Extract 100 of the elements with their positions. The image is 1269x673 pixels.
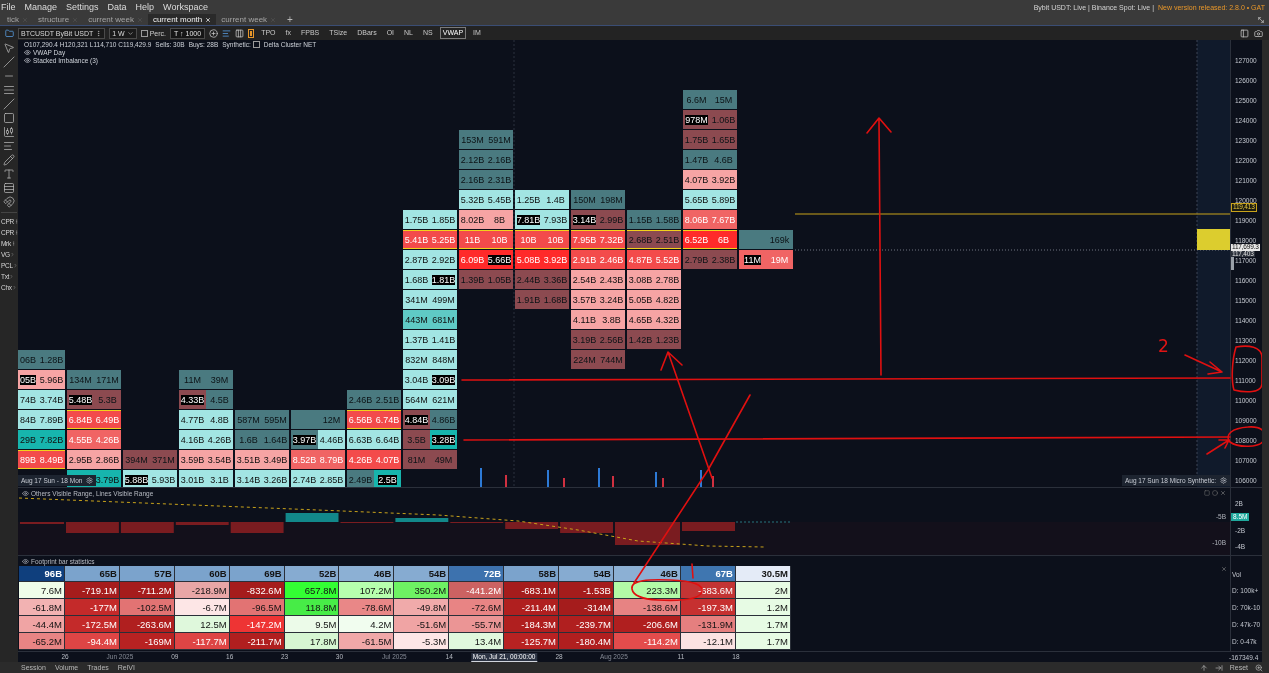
cell-value: 499M [432, 294, 455, 305]
cell-value: 1.68B [543, 294, 568, 305]
settings-icon[interactable] [1220, 477, 1227, 484]
cell-value: 5.88B [124, 474, 149, 485]
cell-value: 4.26B [95, 434, 120, 445]
cell-value: 4.84B [404, 414, 429, 425]
menu-item[interactable]: File [1, 2, 16, 12]
cell-value: 1.47B [684, 154, 709, 165]
delta-cell: -184.3M [504, 616, 559, 633]
cell-value: 564M [405, 394, 428, 405]
cell-value: 3.8B [602, 314, 621, 325]
menu-item[interactable]: Data [107, 2, 127, 12]
cell-value: 4.11B [573, 314, 596, 325]
cursor-icon[interactable] [3, 42, 15, 54]
line-icon[interactable] [3, 56, 15, 68]
panel-icon[interactable] [1240, 28, 1249, 38]
delta-cell: -1.53B [559, 582, 614, 599]
cell-value: 848M [432, 354, 455, 365]
arrow-to-line-icon[interactable] [1214, 663, 1223, 672]
delta-cell: -61.5M [339, 633, 395, 650]
cell-value: 2.92B [431, 254, 456, 265]
cell-value: 3.92B [543, 254, 568, 265]
tab[interactable]: current month [147, 14, 217, 25]
cell-value: 595M [264, 414, 287, 425]
resize-icon[interactable] [1257, 15, 1265, 24]
cell-value: 84B [20, 414, 36, 425]
cell-value: 7.67B [711, 214, 736, 225]
eye-icon[interactable] [24, 49, 31, 56]
cell-value: 89B [20, 454, 36, 465]
delta-cell: -719.1M [65, 582, 120, 599]
rows-icon[interactable] [3, 182, 15, 194]
lines-icon[interactable] [3, 84, 15, 96]
camera-icon[interactable] [1254, 28, 1263, 38]
pencil-icon[interactable] [3, 154, 15, 166]
menu-item[interactable]: Workspace [163, 2, 208, 12]
cell-value: 4.8B [210, 414, 229, 425]
cell-value: 7.32B [599, 234, 624, 245]
arrow [1206, 439, 1230, 455]
delta-cell: 1.2M [735, 599, 791, 616]
eye-icon[interactable] [22, 489, 29, 497]
cell-value: 8B [494, 214, 505, 225]
delta-cell: -117.7M [174, 633, 230, 650]
cell-value: 6.09B [460, 254, 485, 265]
rectangle-icon[interactable] [3, 112, 15, 124]
cell-value: 10B [547, 234, 564, 245]
tab[interactable]: current week [216, 14, 282, 25]
cell-value: 5.45B [487, 194, 512, 205]
tab[interactable]: tick [2, 14, 33, 25]
cell-value: 2.5B [378, 474, 397, 485]
volume-cell: 57B [119, 566, 175, 582]
add-circle-icon[interactable] [209, 28, 219, 38]
delta-cell: -125.7M [504, 633, 559, 650]
delta-cell: 1.7M [735, 616, 791, 633]
folder-icon[interactable] [5, 28, 14, 38]
cell-value: 153M [461, 134, 484, 145]
cell-value: 341M [405, 294, 428, 305]
arrow-up-icon[interactable] [1199, 663, 1208, 672]
delta-cell: -65.2M [19, 633, 65, 650]
delta-cell: 7.6M [19, 582, 65, 599]
delta-cell: -55.7M [449, 616, 505, 633]
cell-value: 3.04B [404, 374, 429, 385]
delta-cell: -51.6M [394, 616, 450, 633]
text-lines-icon[interactable] [3, 140, 15, 152]
volume-cell: 96B [19, 566, 65, 582]
bars-icon[interactable] [222, 28, 232, 38]
cell-value: 681M [432, 314, 455, 325]
volume-block [1197, 229, 1230, 250]
cell-value: 4.87B [628, 254, 653, 265]
delta-cell: 657.8M [284, 582, 340, 599]
magnet-icon[interactable] [3, 196, 15, 208]
text-icon[interactable] [3, 168, 15, 180]
tab[interactable]: structure [33, 14, 84, 25]
columns-icon[interactable] [235, 28, 245, 38]
cell-value: 3.92B [711, 174, 736, 185]
cell-value: 2.78B [655, 274, 680, 285]
price-range-bar [1231, 257, 1234, 270]
cell-value: 443M [405, 314, 428, 325]
cell-value: 8.79B [319, 454, 344, 465]
settings-icon[interactable] [86, 477, 94, 484]
cell-value: 2.44B [516, 274, 541, 285]
cell-value: 8.49B [39, 454, 64, 465]
annotation-label: 2 [1158, 337, 1169, 355]
eye-icon[interactable] [22, 557, 29, 565]
tab[interactable]: current week [83, 14, 148, 25]
zoom-icon[interactable] [1255, 663, 1263, 672]
cell-value: 6.52B [684, 234, 709, 245]
cell-value: 587M [237, 414, 260, 425]
menu-item[interactable]: Help [135, 2, 155, 12]
menu-item[interactable]: Settings [66, 2, 99, 12]
candlestick-icon[interactable] [3, 126, 15, 138]
cell-value: 2.46B [348, 394, 373, 405]
cell-value: 3.01B [180, 474, 205, 485]
diagonal-line-icon[interactable] [3, 98, 15, 110]
eye-icon[interactable] [24, 57, 31, 64]
delta-cell: -131.9M [680, 616, 736, 633]
volume-cell: 52B [284, 566, 340, 582]
new-tab-button[interactable]: + [281, 14, 299, 25]
menu-item[interactable]: Manage [24, 2, 58, 12]
bar-icon[interactable] [248, 28, 255, 38]
cell-value: 2.68B [628, 234, 653, 245]
